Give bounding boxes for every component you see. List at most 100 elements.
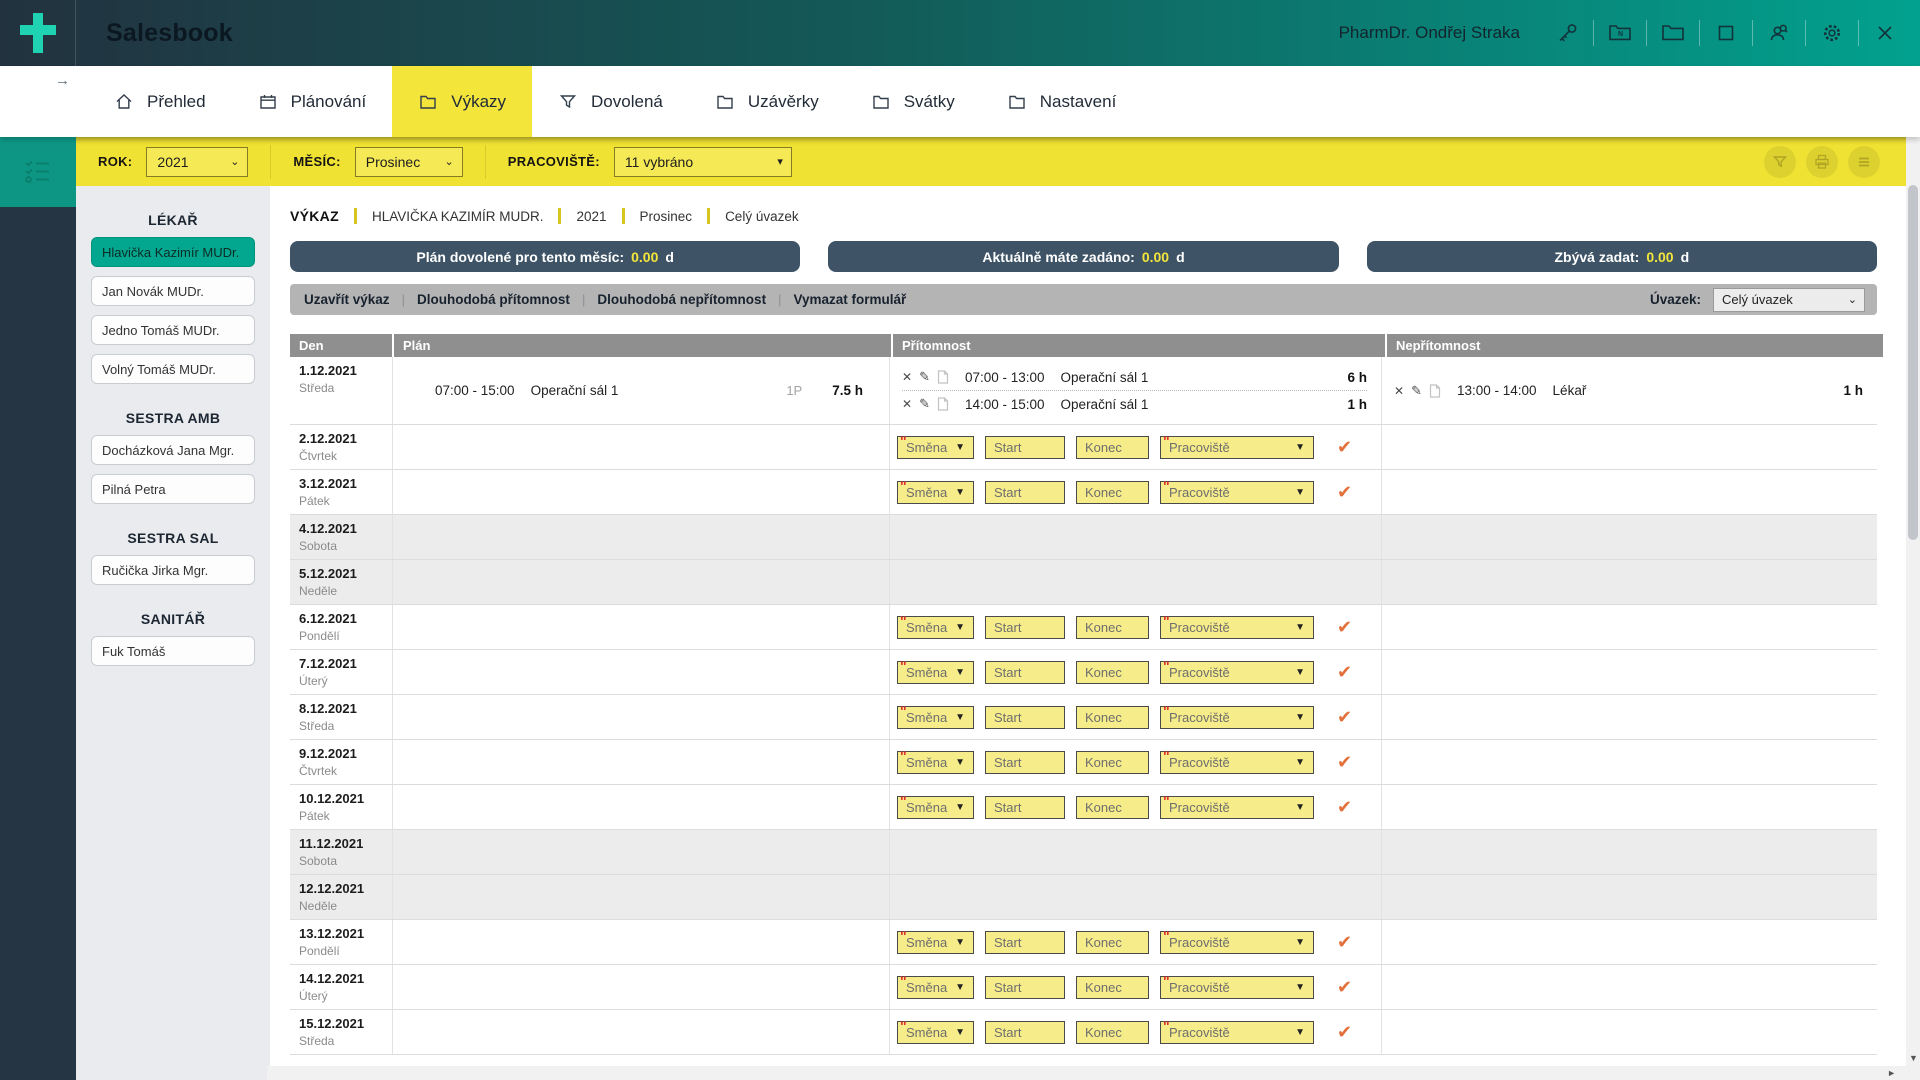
smena-select[interactable]: "Směna▼	[897, 616, 974, 639]
sidebar-person-item[interactable]: Docházková Jana Mgr.	[91, 435, 255, 465]
folder-new-icon[interactable]: N	[1599, 12, 1641, 54]
pracoviste-select[interactable]: "Pracoviště▼	[1160, 931, 1314, 954]
frame-icon[interactable]	[1705, 12, 1747, 54]
tab-planovani[interactable]: Plánování	[232, 66, 393, 137]
vertical-scrollbar-thumb[interactable]	[1908, 185, 1918, 540]
smena-select[interactable]: "Směna▼	[897, 976, 974, 999]
sidebar-person-item[interactable]: Volný Tomáš MUDr.	[91, 354, 255, 384]
note-icon[interactable]	[937, 370, 949, 384]
confirm-check-icon[interactable]: ✔	[1337, 482, 1352, 503]
confirm-check-icon[interactable]: ✔	[1337, 707, 1352, 728]
sidebar-person-item[interactable]: Jan Novák MUDr.	[91, 276, 255, 306]
note-icon[interactable]	[1429, 384, 1441, 398]
sidebar-person-item[interactable]: Hlavička Kazimír MUDr.	[91, 237, 255, 267]
smena-select[interactable]: "Směna▼	[897, 931, 974, 954]
konec-input[interactable]: Konec	[1076, 976, 1149, 999]
pracoviste-select[interactable]: 11 vybráno ▾	[614, 147, 792, 177]
sidebar-person-item[interactable]: Fuk Tomáš	[91, 636, 255, 666]
smena-select[interactable]: "Směna▼	[897, 796, 974, 819]
sidebar-person-item[interactable]: Jedno Tomáš MUDr.	[91, 315, 255, 345]
start-input[interactable]: Start	[985, 976, 1065, 999]
confirm-check-icon[interactable]: ✔	[1337, 932, 1352, 953]
app-logo[interactable]	[0, 0, 76, 66]
konec-input[interactable]: Konec	[1076, 796, 1149, 819]
pracoviste-select[interactable]: "Pracoviště▼	[1160, 1021, 1314, 1044]
tab-svatky[interactable]: Svátky	[845, 66, 981, 137]
tab-dovolena[interactable]: Dovolená	[532, 66, 689, 137]
start-input[interactable]: Start	[985, 1021, 1065, 1044]
konec-input[interactable]: Konec	[1076, 616, 1149, 639]
tab-prehled[interactable]: Přehled	[88, 66, 232, 137]
start-input[interactable]: Start	[985, 481, 1065, 504]
rok-select[interactable]: 2021 ⌄	[146, 147, 248, 177]
konec-input[interactable]: Konec	[1076, 931, 1149, 954]
key-icon[interactable]	[1546, 12, 1588, 54]
konec-input[interactable]: Konec	[1076, 481, 1149, 504]
tab-uzaverky[interactable]: Uzávěrky	[689, 66, 845, 137]
delete-icon[interactable]: ✕	[902, 397, 912, 411]
confirm-check-icon[interactable]: ✔	[1337, 797, 1352, 818]
sidebar-person-item[interactable]: Pilná Petra	[91, 474, 255, 504]
confirm-check-icon[interactable]: ✔	[1337, 752, 1352, 773]
print-icon[interactable]	[1806, 146, 1838, 178]
start-input[interactable]: Start	[985, 931, 1065, 954]
confirm-check-icon[interactable]: ✔	[1337, 662, 1352, 683]
pracoviste-select[interactable]: "Pracoviště▼	[1160, 616, 1314, 639]
edit-icon[interactable]: ✎	[919, 396, 930, 412]
start-input[interactable]: Start	[985, 436, 1065, 459]
konec-input[interactable]: Konec	[1076, 706, 1149, 729]
vertical-scrollbar[interactable]: ▼	[1906, 137, 1920, 1066]
start-input[interactable]: Start	[985, 661, 1065, 684]
menu-icon[interactable]	[1848, 146, 1880, 178]
smena-select[interactable]: "Směna▼	[897, 436, 974, 459]
pracoviste-select[interactable]: "Pracoviště▼	[1160, 976, 1314, 999]
smena-select[interactable]: "Směna▼	[897, 1021, 974, 1044]
pracoviste-select[interactable]: "Pracoviště▼	[1160, 481, 1314, 504]
smena-select[interactable]: "Směna▼	[897, 751, 974, 774]
edit-icon[interactable]: ✎	[1411, 383, 1422, 399]
scroll-down-arrow-icon[interactable]: ▼	[1909, 1053, 1918, 1063]
confirm-check-icon[interactable]: ✔	[1337, 977, 1352, 998]
tab-nastaveni[interactable]: Nastavení	[981, 66, 1143, 137]
pracoviste-select[interactable]: "Pracoviště▼	[1160, 661, 1314, 684]
uvazek-select[interactable]: Celý úvazek ⌄	[1713, 288, 1865, 312]
delete-icon[interactable]: ✕	[1394, 384, 1404, 398]
filter-icon[interactable]	[1764, 146, 1796, 178]
pracoviste-select[interactable]: "Pracoviště▼	[1160, 436, 1314, 459]
edit-icon[interactable]: ✎	[919, 369, 930, 385]
mesic-select[interactable]: Prosinec ⌄	[355, 147, 463, 177]
confirm-check-icon[interactable]: ✔	[1337, 617, 1352, 638]
note-icon[interactable]	[937, 397, 949, 411]
konec-input[interactable]: Konec	[1076, 661, 1149, 684]
konec-input[interactable]: Konec	[1076, 1021, 1149, 1044]
user-search-icon[interactable]	[1758, 12, 1800, 54]
pracoviste-select[interactable]: "Pracoviště▼	[1160, 751, 1314, 774]
start-input[interactable]: Start	[985, 796, 1065, 819]
konec-input[interactable]: Konec	[1076, 436, 1149, 459]
smena-select[interactable]: "Směna▼	[897, 661, 974, 684]
pracoviste-select[interactable]: "Pracoviště▼	[1160, 796, 1314, 819]
scroll-right-arrow-icon[interactable]: ►	[1887, 1068, 1896, 1078]
horizontal-scrollbar[interactable]: ►	[267, 1066, 1920, 1080]
sidebar-person-item[interactable]: Ručička Jirka Mgr.	[91, 555, 255, 585]
start-input[interactable]: Start	[985, 751, 1065, 774]
collapse-arrow-icon[interactable]: →	[55, 72, 70, 89]
toolbar-action[interactable]: Dlouhodobá přítomnost	[415, 292, 572, 307]
folder-icon[interactable]	[1652, 12, 1694, 54]
toolbar-action[interactable]: Dlouhodobá nepřítomnost	[595, 292, 768, 307]
toolbar-action[interactable]: Uzavřít výkaz	[302, 292, 392, 307]
pracoviste-select[interactable]: "Pracoviště▼	[1160, 706, 1314, 729]
smena-select[interactable]: "Směna▼	[897, 706, 974, 729]
close-icon[interactable]	[1864, 12, 1906, 54]
tab-vykazy[interactable]: Výkazy	[392, 66, 532, 137]
settings-icon[interactable]	[1811, 12, 1853, 54]
checklist-icon[interactable]	[0, 137, 76, 207]
start-input[interactable]: Start	[985, 706, 1065, 729]
confirm-check-icon[interactable]: ✔	[1337, 1022, 1352, 1043]
toolbar-action[interactable]: Vymazat formulář	[791, 292, 908, 307]
smena-select[interactable]: "Směna▼	[897, 481, 974, 504]
konec-input[interactable]: Konec	[1076, 751, 1149, 774]
delete-icon[interactable]: ✕	[902, 370, 912, 384]
start-input[interactable]: Start	[985, 616, 1065, 639]
confirm-check-icon[interactable]: ✔	[1337, 437, 1352, 458]
